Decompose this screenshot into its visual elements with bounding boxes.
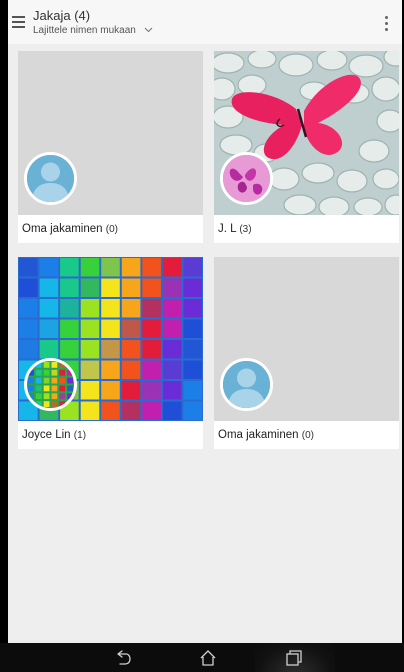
default-person-icon	[24, 152, 77, 205]
item-count: (1)	[73, 430, 87, 441]
card-caption: Oma jakaminen (0)	[218, 429, 314, 441]
item-count: (0)	[105, 224, 118, 235]
sharer-name: J. L	[218, 223, 237, 235]
card-caption: J. L (3)	[218, 223, 252, 235]
app-bar: Jakaja (4) Lajittele nimen mukaan	[8, 0, 402, 44]
overflow-menu-icon[interactable]	[384, 16, 390, 36]
item-count: (0)	[301, 430, 314, 441]
page-title: Jakaja (4)	[33, 8, 91, 23]
sharer-name: Oma jakaminen	[218, 429, 299, 441]
sharer-card[interactable]: Oma jakaminen (0)	[18, 51, 203, 243]
back-icon[interactable]	[113, 648, 133, 668]
item-count: (3)	[239, 224, 252, 235]
butterfly-photo	[220, 152, 273, 205]
sharer-card[interactable]: Joyce Lin (1)	[18, 257, 203, 449]
sharer-card[interactable]: J. L (3)	[214, 51, 399, 243]
home-icon[interactable]	[198, 648, 218, 668]
card-caption: Joyce Lin (1)	[22, 429, 86, 441]
sharer-card[interactable]: Oma jakaminen (0)	[214, 257, 399, 449]
hamburger-menu-icon[interactable]	[12, 16, 26, 30]
sort-label: Lajittele nimen mukaan	[33, 25, 136, 36]
card-caption: Oma jakaminen (0)	[22, 223, 118, 235]
app-screen: Jakaja (4) Lajittele nimen mukaan Oma ja…	[8, 0, 402, 643]
chevron-down-icon	[144, 27, 153, 33]
recent-apps-icon[interactable]	[284, 648, 304, 668]
default-person-icon	[220, 358, 273, 411]
sharer-name: Joyce Lin	[22, 429, 71, 441]
rainbow-cubes-photo	[24, 358, 77, 411]
sort-dropdown[interactable]: Lajittele nimen mukaan	[33, 25, 153, 36]
sharer-name: Oma jakaminen	[22, 223, 103, 235]
system-navigation-bar	[0, 643, 404, 672]
